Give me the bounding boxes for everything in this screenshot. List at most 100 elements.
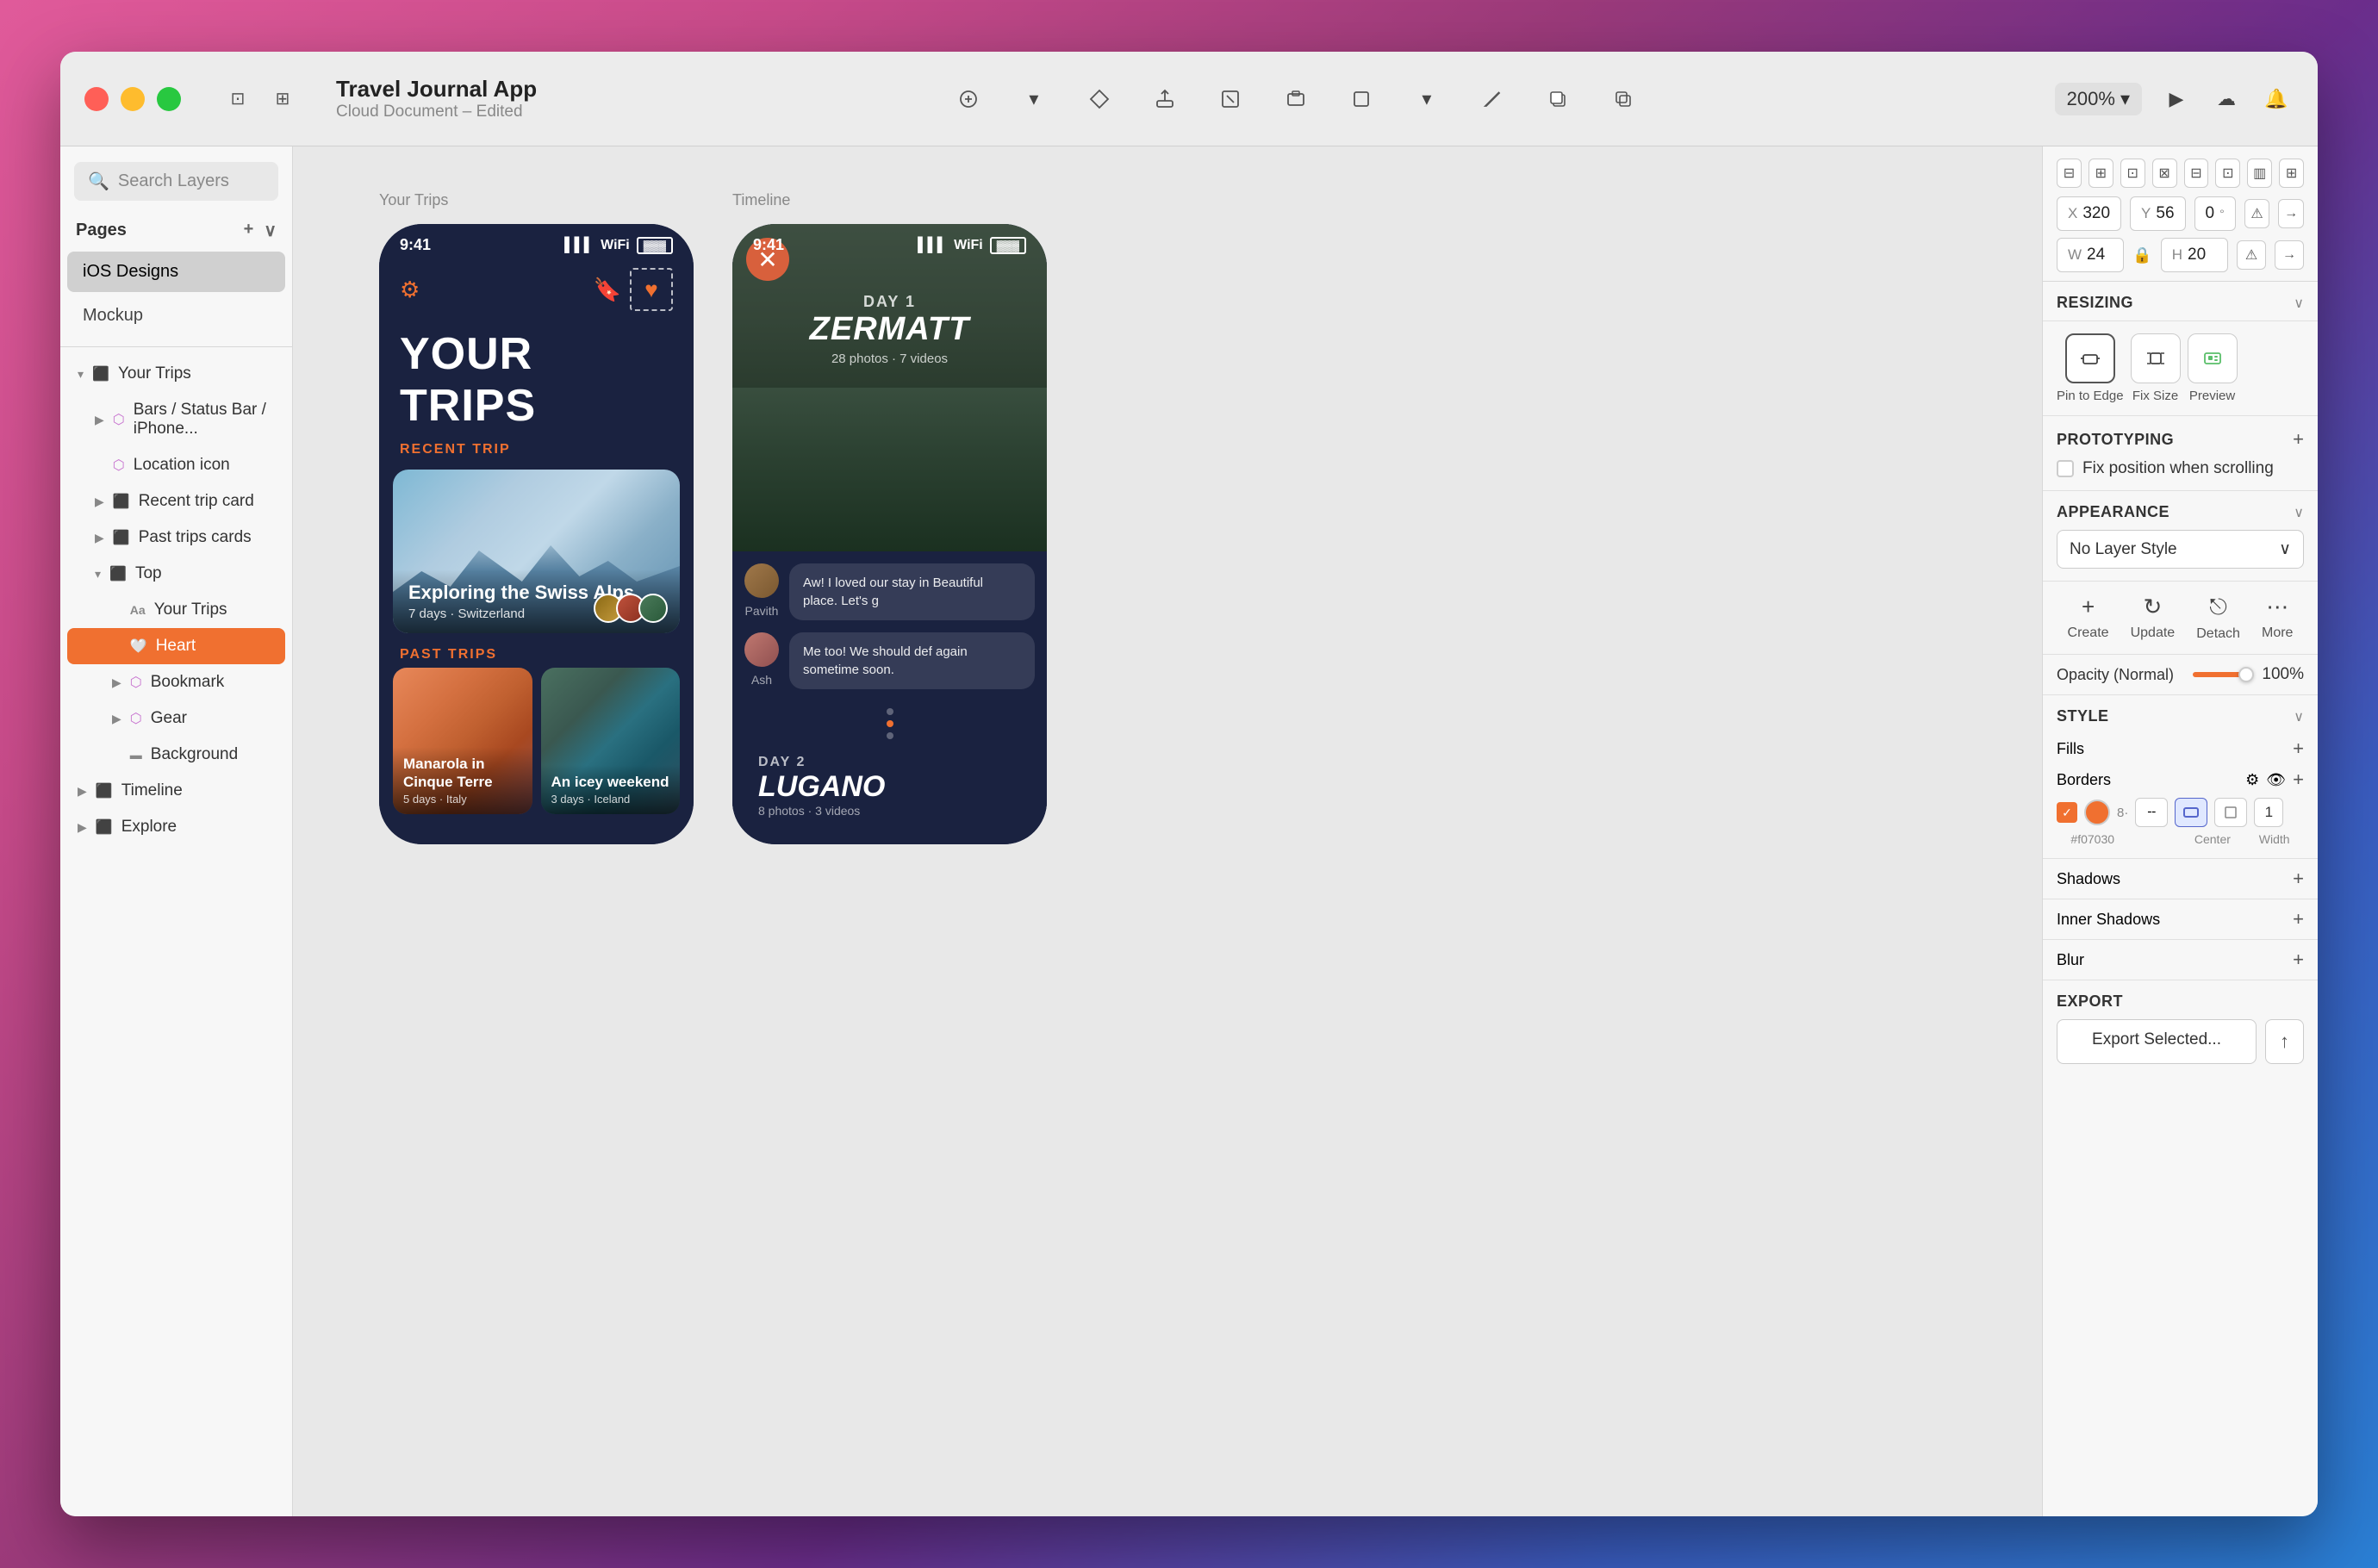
grid-icon[interactable]: ⊞: [267, 84, 298, 115]
height-field[interactable]: H 20: [2161, 238, 2228, 272]
layer-item-top[interactable]: ▾ ⬛ Top: [67, 556, 285, 592]
align-top-btn[interactable]: ⊠: [2152, 159, 2177, 188]
layers-icon[interactable]: ⊡: [222, 84, 253, 115]
search-bar[interactable]: 🔍 Search Layers: [74, 162, 278, 201]
layer-item-past-trips[interactable]: ▶ ⬛ Past trips cards: [67, 520, 285, 556]
page-item-mockup[interactable]: Mockup: [67, 296, 285, 336]
frame-icon[interactable]: [1344, 82, 1379, 116]
detach-action[interactable]: ⎋ Detach: [2196, 594, 2240, 642]
close-button[interactable]: [84, 87, 109, 111]
flip-icon[interactable]: ⚠: [2244, 199, 2270, 228]
past-trip-card-2[interactable]: An icey weekend 3 days · Iceland: [541, 668, 681, 814]
add-fill-button[interactable]: +: [2293, 737, 2304, 760]
add-page-icon[interactable]: +: [244, 220, 254, 241]
rotation-field[interactable]: 0 °: [2194, 196, 2236, 231]
create-symbol-icon[interactable]: [1082, 82, 1117, 116]
bell-icon[interactable]: 🔔: [2259, 82, 2294, 116]
align-bottom-btn[interactable]: ⊡: [2215, 159, 2240, 188]
chevron-icon: ▾: [95, 567, 101, 582]
preview-button[interactable]: [2188, 333, 2238, 383]
layer-item-yourtrips-text[interactable]: ▶ Aa Your Trips: [67, 592, 285, 628]
width-field[interactable]: W 24: [2057, 238, 2124, 272]
recent-trip-card[interactable]: Exploring the Swiss Alps 7 days · Switze…: [393, 470, 680, 633]
pencil-icon[interactable]: [1475, 82, 1510, 116]
appearance-label: APPEARANCE: [2057, 503, 2169, 521]
border-dashed-icon[interactable]: ╌: [2135, 798, 2168, 827]
x-field[interactable]: X 320: [2057, 196, 2121, 231]
appearance-collapse[interactable]: ∨: [2294, 504, 2304, 521]
inner-shadow-row: Inner Shadows +: [2057, 908, 2304, 930]
layer-item-your-trips[interactable]: ▾ ⬛ Your Trips: [67, 356, 285, 392]
distribute-v-btn[interactable]: ⊞: [2279, 159, 2304, 188]
constrain-icon[interactable]: ⚠: [2237, 240, 2266, 270]
settings-icon[interactable]: ⚙: [400, 277, 420, 303]
add-shadow-button[interactable]: +: [2293, 868, 2304, 890]
fix-size-button[interactable]: [2131, 333, 2181, 383]
style-collapse[interactable]: ∨: [2294, 708, 2304, 725]
fullscreen-button[interactable]: [157, 87, 181, 111]
border-width-value[interactable]: 1: [2254, 798, 2283, 827]
export-selected-button[interactable]: Export Selected...: [2057, 1019, 2257, 1064]
page-item-ios[interactable]: iOS Designs: [67, 252, 285, 292]
more-action[interactable]: ⋯ More: [2262, 594, 2293, 642]
insert-button[interactable]: [951, 82, 986, 116]
play-icon[interactable]: ▶: [2159, 82, 2194, 116]
layer-item-background[interactable]: ▶ ▬ Background: [67, 737, 285, 773]
border-settings-icon[interactable]: ⚙: [2245, 771, 2259, 789]
upload-icon[interactable]: [1148, 82, 1182, 116]
layer-item-bookmark[interactable]: ▶ ⬡ Bookmark: [67, 664, 285, 700]
update-action[interactable]: ↻ Update: [2131, 594, 2176, 642]
layer-style-value: No Layer Style: [2070, 540, 2177, 559]
distribute-h-btn[interactable]: ▥: [2247, 159, 2272, 188]
share-export-button[interactable]: ↑: [2265, 1019, 2304, 1064]
frame-dropdown-icon[interactable]: ▾: [1410, 82, 1444, 116]
align-center-v-btn[interactable]: ⊟: [2184, 159, 2209, 188]
width-label: Width: [2259, 832, 2290, 846]
resize-icon[interactable]: →: [2275, 240, 2304, 270]
minimize-button[interactable]: [121, 87, 145, 111]
cloud-icon[interactable]: ☁: [2209, 82, 2244, 116]
collapse-pages-icon[interactable]: ∨: [264, 220, 277, 241]
layer-item-heart[interactable]: ▶ 🤍 Heart: [67, 628, 285, 664]
layer-item-gear[interactable]: ▶ ⬡ Gear: [67, 700, 285, 737]
lock-ratio-icon[interactable]: 🔒: [2132, 246, 2151, 264]
layer-style-dropdown[interactable]: No Layer Style ∨: [2057, 530, 2304, 569]
mask-icon[interactable]: [1279, 82, 1313, 116]
duplicate-icon[interactable]: [1606, 82, 1640, 116]
opacity-slider[interactable]: [2193, 672, 2246, 677]
layer-item-location[interactable]: ▶ ⬡ Location icon: [67, 447, 285, 483]
border-color-swatch[interactable]: [2084, 800, 2110, 825]
export-icon[interactable]: [1213, 82, 1248, 116]
y-field[interactable]: Y 56: [2130, 196, 2185, 231]
align-left-btn[interactable]: ⊟: [2057, 159, 2082, 188]
resizing-collapse-icon[interactable]: ∨: [2294, 295, 2304, 312]
past-trip-card-1[interactable]: Manarola in Cinque Terre 5 days · Italy: [393, 668, 532, 814]
more-transform-icon[interactable]: →: [2278, 199, 2304, 228]
border-outer-btn[interactable]: [2214, 798, 2247, 827]
copy-icons[interactable]: [1541, 82, 1575, 116]
fix-scroll-checkbox[interactable]: [2057, 460, 2074, 477]
layer-item-explore[interactable]: ▶ ⬛ Explore: [67, 809, 285, 845]
add-blur-button[interactable]: +: [2293, 949, 2304, 971]
zoom-control[interactable]: 200% ▾: [2055, 83, 2142, 115]
align-right-btn[interactable]: ⊡: [2120, 159, 2145, 188]
create-action[interactable]: + Create: [2068, 594, 2109, 642]
chevron-insert-icon[interactable]: ▾: [1017, 82, 1051, 116]
chat-name-2: Ash: [751, 673, 772, 687]
past-trips-label: PAST TRIPS: [379, 640, 694, 668]
align-center-h-btn[interactable]: ⊞: [2089, 159, 2113, 188]
border-enabled-checkbox[interactable]: ✓: [2057, 802, 2077, 823]
layer-item-bars[interactable]: ▶ ⬡ Bars / Status Bar / iPhone...: [67, 392, 285, 447]
border-center-btn[interactable]: [2175, 798, 2207, 827]
layer-label: Your Trips: [118, 364, 191, 383]
border-visibility-icon[interactable]: 👁: [2266, 771, 2286, 789]
layer-item-timeline[interactable]: ▶ ⬛ Timeline: [67, 773, 285, 809]
bookmark-icon[interactable]: 🔖: [594, 277, 621, 303]
pin-to-edge-button[interactable]: [2065, 333, 2115, 383]
add-border-button[interactable]: +: [2293, 768, 2304, 791]
layer-item-recent-trip[interactable]: ▶ ⬛ Recent trip card: [67, 483, 285, 520]
prototyping-section: PROTOTYPING + Fix position when scrollin…: [2043, 416, 2318, 491]
add-inner-shadow-button[interactable]: +: [2293, 908, 2304, 930]
prototyping-add-icon[interactable]: +: [2293, 428, 2304, 451]
chat-name-1: Pavith: [745, 604, 779, 618]
